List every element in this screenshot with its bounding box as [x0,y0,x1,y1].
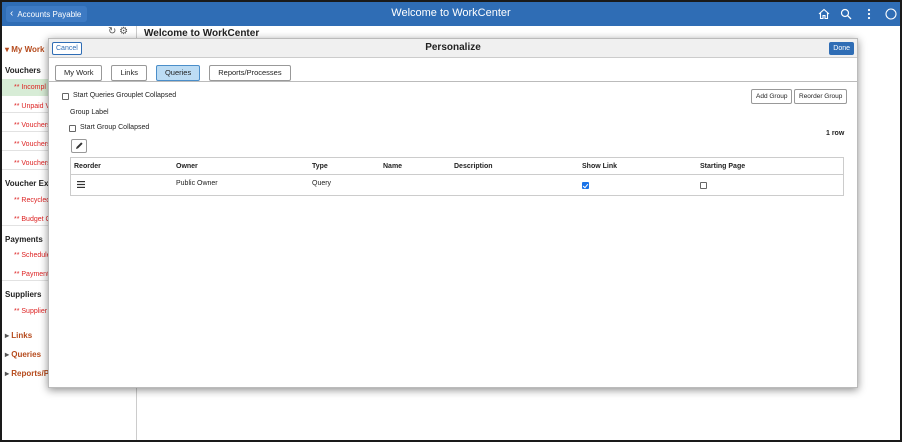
grid-header-divider [71,174,843,175]
tab-reports-processes[interactable]: Reports/Processes [209,65,291,81]
modal-title: Personalize [425,42,481,53]
add-group-button[interactable]: Add Group [751,89,793,104]
starting-page-checkbox[interactable] [700,182,707,189]
tab-links[interactable]: Links [111,65,147,81]
column-header-description: Description [454,163,493,170]
actions-menu-icon[interactable] [863,8,875,20]
pencil-icon [76,142,83,149]
column-header-name: Name [383,163,403,170]
navbar-icon[interactable] [885,8,897,20]
grouplet-collapsed-label: Start Queries Grouplet Collapsed [73,92,177,99]
reorder-group-button[interactable]: Reorder Group [794,89,848,104]
personalize-modal: Cancel Personalize Done My Work Links Qu… [48,38,858,388]
top-banner: ‹ Accounts Payable Welcome to WorkCenter [2,2,900,26]
row-type: Query [312,180,332,187]
group-collapsed-checkbox[interactable] [69,125,76,132]
group-collapsed-label: Start Group Collapsed [80,124,150,131]
column-header-starting-page: Starting Page [700,163,746,170]
column-header-show-link: Show Link [582,163,617,170]
group-label-heading: Group Label [70,109,109,116]
queries-grid: Reorder Owner Type Name Description Show… [70,157,844,196]
tab-divider [49,81,857,82]
tab-queries[interactable]: Queries [155,65,201,81]
column-header-type: Type [312,163,328,170]
column-header-owner: Owner [176,163,198,170]
edit-grid-button[interactable] [71,139,87,153]
row-count: 1 row [826,130,845,137]
banner-title: Welcome to WorkCenter [391,7,511,19]
row-owner: Public Owner [176,180,218,187]
tab-bar: My Work Links Queries Reports/Processes [55,65,291,81]
grouplet-collapsed-checkbox[interactable] [62,93,69,100]
app-frame: ‹ Accounts Payable Welcome to WorkCenter… [0,0,902,442]
column-header-reorder: Reorder [74,163,101,170]
show-link-checkbox[interactable] [582,182,589,189]
home-icon[interactable] [818,8,830,20]
tab-my-work[interactable]: My Work [55,65,103,81]
done-button[interactable]: Done [829,42,854,55]
search-icon[interactable] [840,8,852,20]
drag-handle-icon[interactable] [77,181,85,188]
modal-header: Cancel Personalize Done [49,39,857,58]
